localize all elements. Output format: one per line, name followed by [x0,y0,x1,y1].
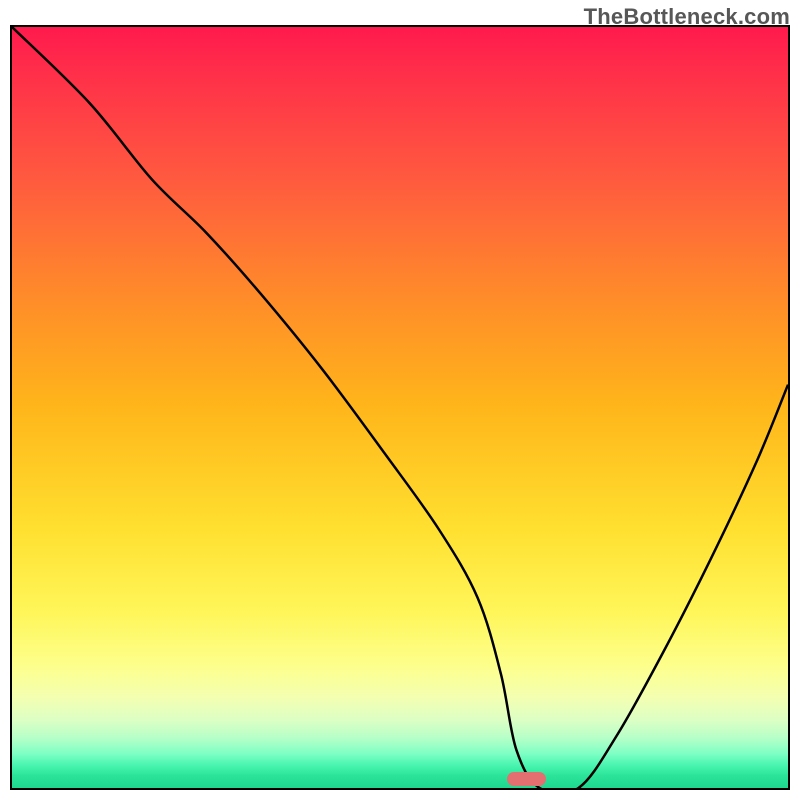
plot-area [10,25,790,790]
curve-path [12,27,788,788]
bottleneck-curve [12,27,788,788]
optimal-marker [507,772,546,786]
chart-frame: TheBottleneck.com [0,0,800,800]
